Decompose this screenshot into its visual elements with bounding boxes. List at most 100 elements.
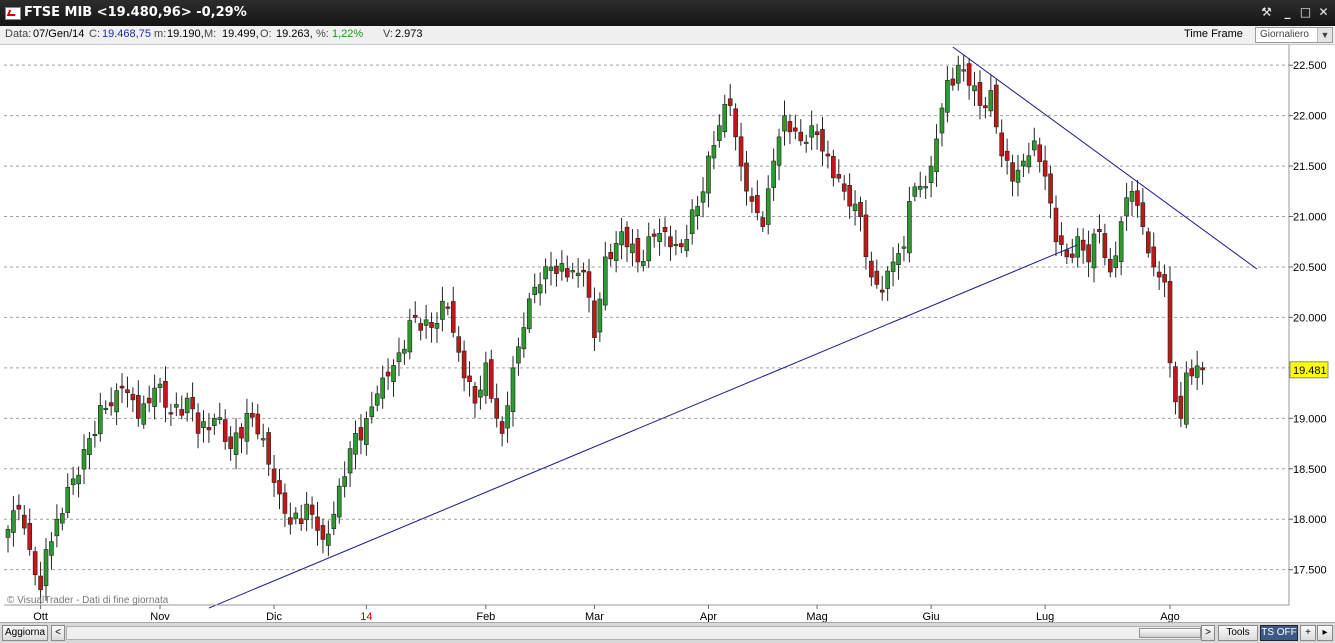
candle [320, 518, 326, 554]
candle-body [478, 389, 483, 398]
candle-body [1135, 190, 1140, 206]
candle [923, 175, 928, 200]
tools-button[interactable]: Tools [1218, 625, 1258, 641]
menu-button[interactable]: ▸ [1317, 625, 1333, 641]
candle-body [755, 195, 760, 214]
candle-body [467, 375, 472, 382]
date-tick-label: Apr [700, 611, 717, 622]
dropdown-arrow-icon[interactable]: ▼ [1317, 28, 1332, 42]
candle-body [1107, 258, 1113, 273]
candle-body [1200, 367, 1205, 371]
candle-body [423, 319, 429, 326]
candle [239, 423, 244, 454]
candle [717, 114, 722, 148]
trendline[interactable] [208, 244, 1078, 609]
minimize-button[interactable]: _ [1279, 5, 1296, 20]
candle [141, 395, 147, 429]
date-tick-label: Nov [150, 611, 170, 622]
candle-body [993, 84, 999, 128]
refresh-button[interactable]: Aggiorna [2, 625, 48, 641]
candle [950, 67, 956, 91]
candle-body [1146, 231, 1151, 254]
candle [1021, 153, 1026, 177]
timeframe-select[interactable]: Giornaliero ▼ [1255, 27, 1333, 43]
candle [928, 155, 934, 198]
candle [999, 119, 1004, 168]
candle-body [793, 127, 798, 132]
candle [1113, 241, 1119, 278]
candle [516, 337, 521, 376]
candle-body [168, 412, 174, 415]
candle-body [543, 266, 548, 280]
candle [244, 398, 250, 455]
candle-body [885, 270, 890, 289]
candlestick-chart[interactable]: 17.50018.00018.50019.00019.50020.00020.5… [0, 45, 1335, 622]
candle-body [858, 202, 863, 217]
candle-body [32, 551, 38, 576]
candle-body [201, 421, 206, 429]
candle [581, 262, 586, 287]
candle-body [727, 98, 733, 106]
candle [358, 414, 364, 455]
candle-body [662, 226, 668, 232]
chart-scrollbar[interactable] [66, 626, 1201, 640]
candle-body [163, 380, 168, 408]
candle-body [1048, 173, 1053, 204]
candle [125, 376, 130, 408]
candle-body [320, 525, 326, 540]
close-button[interactable]: ✕ [1315, 5, 1332, 20]
candle-body [494, 398, 500, 419]
maximize-button[interactable]: □ [1297, 5, 1314, 20]
candle-body [1178, 395, 1184, 419]
add-button[interactable]: + [1300, 625, 1316, 641]
candle-body [141, 403, 147, 425]
candle [380, 365, 385, 409]
candle [890, 247, 896, 287]
candle-body [646, 236, 652, 262]
candle [879, 275, 885, 301]
candle [1194, 350, 1200, 391]
tools-icon[interactable]: ⚒ [1258, 5, 1275, 20]
candle-body [798, 131, 804, 142]
candle [98, 392, 103, 442]
candle [184, 392, 190, 422]
candle [1173, 361, 1178, 415]
last-price-label: 19.481 [1293, 365, 1327, 377]
candle [543, 258, 548, 294]
candle [450, 286, 456, 338]
candle-body [771, 160, 776, 188]
close-value: 19.468,75 [102, 28, 151, 40]
candle [65, 473, 71, 519]
date-tick-label: Giu [923, 611, 940, 622]
candle [836, 159, 842, 183]
candle [858, 196, 863, 232]
candle-body [706, 155, 711, 194]
chart-area[interactable]: 17.50018.00018.50019.00019.50020.00020.5… [0, 45, 1335, 622]
date-tick-label: Ago [1160, 611, 1180, 622]
candle [646, 222, 652, 268]
ts-off-button[interactable]: TS OFF [1260, 625, 1298, 641]
candle-body [250, 412, 255, 418]
candle-body [1053, 207, 1059, 243]
candle [901, 235, 907, 262]
candle [92, 420, 98, 448]
candle [657, 218, 662, 256]
candle [282, 483, 288, 528]
candle-body [689, 209, 695, 234]
candle-body [43, 549, 49, 586]
candle [983, 96, 988, 119]
candle [27, 508, 33, 556]
scroll-left-button[interactable]: < [51, 625, 65, 641]
candle-body [901, 246, 907, 249]
candle [847, 173, 852, 219]
candle [478, 375, 483, 410]
candle [727, 83, 733, 116]
candle-body [879, 289, 885, 293]
price-tick-label: 21.500 [1293, 161, 1327, 173]
candle [412, 301, 418, 323]
scrollbar-thumb[interactable] [1139, 628, 1201, 638]
scroll-right-button[interactable]: > [1201, 625, 1215, 641]
chart-app-icon [5, 7, 21, 20]
candle-body [1080, 239, 1086, 251]
candle-body [429, 322, 434, 328]
